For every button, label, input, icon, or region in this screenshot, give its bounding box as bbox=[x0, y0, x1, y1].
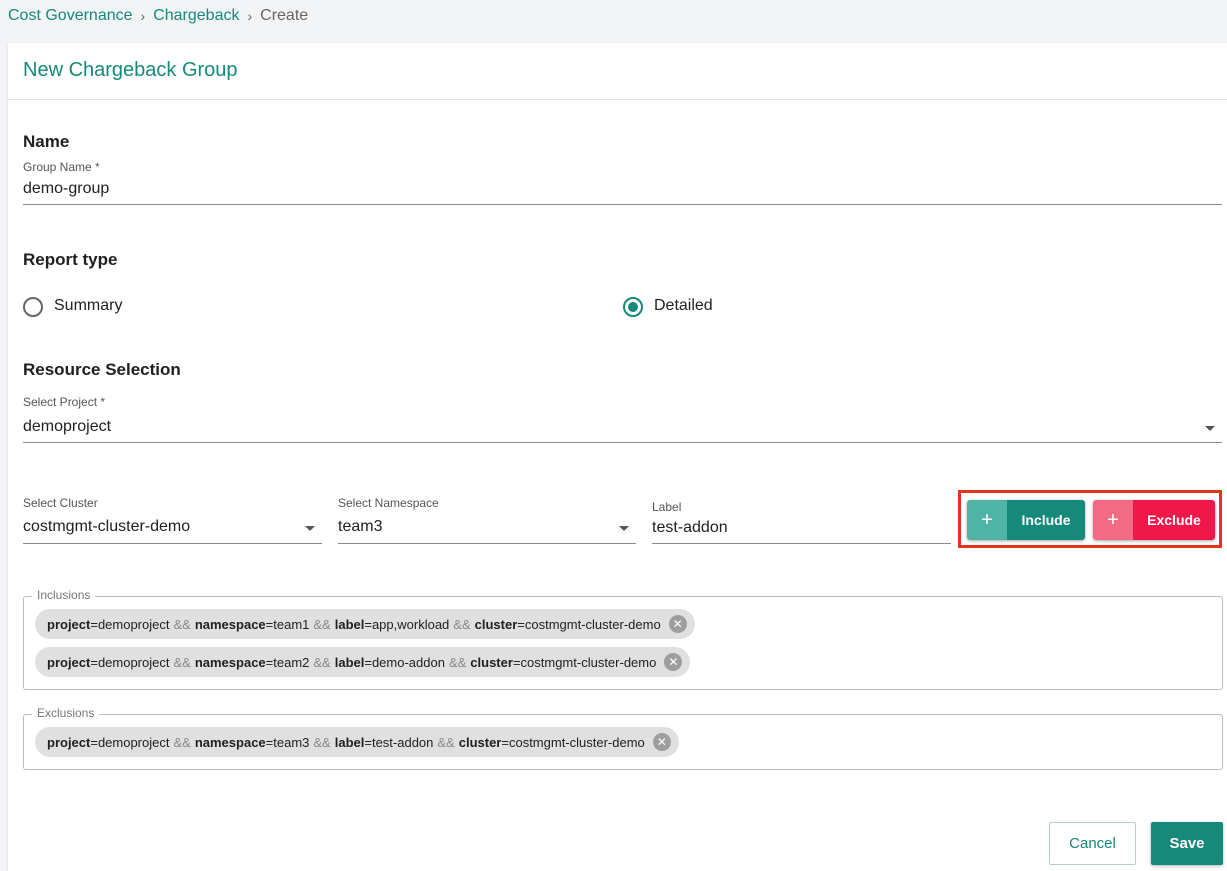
label-input-underline bbox=[652, 543, 951, 544]
chargeback-form-card: New Chargeback Group Name Group Name * d… bbox=[8, 43, 1227, 871]
cancel-button[interactable]: Cancel bbox=[1049, 822, 1136, 865]
chip-remove-icon[interactable]: ✕ bbox=[668, 615, 687, 633]
chip-eq: = bbox=[364, 734, 372, 750]
chip-op: && bbox=[173, 616, 191, 632]
chip-remove-icon[interactable]: ✕ bbox=[652, 733, 671, 751]
chip-op: && bbox=[453, 616, 471, 632]
chip-value: demo-addon bbox=[371, 654, 445, 670]
breadcrumb-chargeback[interactable]: Chargeback bbox=[153, 7, 239, 25]
chip-value: costmgmt-cluster-demo bbox=[508, 734, 645, 750]
select-cluster-underline bbox=[23, 543, 322, 544]
chip-key: project bbox=[47, 654, 91, 670]
chip-key: label bbox=[334, 616, 365, 632]
radio-detailed-label[interactable]: Detailed bbox=[654, 297, 713, 315]
label-input[interactable]: test-addon bbox=[652, 519, 951, 543]
chip-eq: = bbox=[501, 734, 509, 750]
chip-value: team1 bbox=[273, 616, 310, 632]
chip-value: test-addon bbox=[371, 734, 434, 750]
chip-key: namespace bbox=[194, 734, 266, 750]
chip-eq: = bbox=[90, 616, 98, 632]
select-cluster-dropdown[interactable]: costmgmt-cluster-demo bbox=[23, 518, 322, 542]
save-button[interactable]: Save bbox=[1151, 822, 1223, 865]
chip-eq: = bbox=[90, 654, 98, 670]
chip-op: && bbox=[437, 734, 455, 750]
page-title: New Chargeback Group bbox=[23, 59, 238, 81]
exclude-button-label: Exclude bbox=[1133, 500, 1215, 540]
include-button[interactable]: + Include bbox=[967, 500, 1085, 540]
chip-key: namespace bbox=[194, 654, 266, 670]
chip-key: project bbox=[47, 616, 91, 632]
exclusions-legend: Exclusions bbox=[32, 706, 100, 720]
include-button-label: Include bbox=[1007, 500, 1085, 540]
chip-op: && bbox=[313, 616, 331, 632]
exclusions-box: Exclusions project = demoproject && namesp… bbox=[23, 706, 1223, 770]
breadcrumb-separator: › bbox=[247, 8, 253, 24]
chip-value: demoproject bbox=[97, 654, 170, 670]
chip-eq: = bbox=[364, 654, 372, 670]
chip-eq: = bbox=[265, 734, 274, 750]
select-cluster-label: Select Cluster bbox=[23, 496, 98, 510]
group-name-underline bbox=[23, 204, 1222, 205]
inclusion-chip: project = demoproject && namespace = team2 &… bbox=[35, 647, 691, 677]
chip-value: demoproject bbox=[97, 734, 170, 750]
chip-value: app,workload bbox=[371, 616, 450, 632]
chip-key: label bbox=[334, 734, 365, 750]
chip-value: team2 bbox=[273, 654, 310, 670]
chip-eq: = bbox=[90, 734, 98, 750]
chip-key: cluster bbox=[474, 616, 518, 632]
chip-value: team3 bbox=[273, 734, 310, 750]
resource-selection-title: Resource Selection bbox=[23, 360, 181, 379]
chip-op: && bbox=[313, 734, 331, 750]
chip-eq: = bbox=[265, 616, 274, 632]
chip-value: costmgmt-cluster-demo bbox=[524, 616, 661, 632]
breadcrumb: Cost Governance › Chargeback › Create bbox=[8, 5, 308, 27]
inclusions-legend: Inclusions bbox=[32, 588, 96, 602]
plus-icon: + bbox=[1093, 500, 1133, 540]
inclusion-chip: project = demoproject && namespace = team1 &… bbox=[35, 609, 695, 639]
chip-eq: = bbox=[265, 654, 274, 670]
chip-key: cluster bbox=[470, 654, 513, 670]
inclusions-box: Inclusions project = demoproject && namesp… bbox=[23, 588, 1223, 690]
chip-eq: = bbox=[512, 654, 521, 670]
chip-eq: = bbox=[517, 616, 525, 632]
chevron-down-icon[interactable] bbox=[1205, 426, 1215, 431]
chip-key: namespace bbox=[194, 616, 266, 632]
breadcrumb-current: Create bbox=[260, 7, 309, 24]
chip-key: cluster bbox=[458, 734, 502, 750]
chip-op: && bbox=[173, 654, 191, 670]
chip-key: label bbox=[334, 654, 365, 670]
radio-summary[interactable] bbox=[23, 297, 43, 317]
exclusion-chip: project = demoproject && namespace = team3 &… bbox=[35, 727, 679, 757]
select-project-dropdown[interactable]: demoproject bbox=[23, 418, 1222, 442]
radio-detailed[interactable] bbox=[623, 297, 643, 317]
breadcrumb-cost-governance[interactable]: Cost Governance bbox=[8, 7, 133, 25]
group-name-input[interactable]: demo-group bbox=[23, 180, 1222, 204]
chip-op: && bbox=[448, 654, 467, 670]
chevron-down-icon[interactable] bbox=[305, 526, 315, 531]
radio-summary-label[interactable]: Summary bbox=[54, 297, 122, 315]
chip-key: project bbox=[47, 734, 91, 750]
select-namespace-underline bbox=[338, 543, 636, 544]
chip-op: && bbox=[173, 734, 191, 750]
select-project-label: Select Project * bbox=[23, 395, 106, 409]
group-name-label: Group Name * bbox=[23, 160, 100, 174]
chip-value: costmgmt-cluster-demo bbox=[520, 654, 657, 670]
name-section-title: Name bbox=[23, 132, 70, 151]
card-header: New Chargeback Group bbox=[8, 43, 1227, 100]
chevron-down-icon[interactable] bbox=[619, 526, 629, 531]
select-namespace-label: Select Namespace bbox=[338, 496, 439, 510]
report-type-title: Report type bbox=[23, 250, 118, 269]
label-field-label: Label bbox=[652, 500, 682, 514]
chip-op: && bbox=[313, 654, 331, 670]
select-project-underline bbox=[23, 442, 1222, 443]
plus-icon: + bbox=[967, 500, 1007, 540]
breadcrumb-separator: › bbox=[140, 8, 146, 24]
select-namespace-dropdown[interactable]: team3 bbox=[338, 518, 636, 542]
chip-value: demoproject bbox=[97, 616, 170, 632]
chip-eq: = bbox=[364, 616, 372, 632]
chip-remove-icon[interactable]: ✕ bbox=[664, 653, 683, 671]
exclude-button[interactable]: + Exclude bbox=[1093, 500, 1215, 540]
